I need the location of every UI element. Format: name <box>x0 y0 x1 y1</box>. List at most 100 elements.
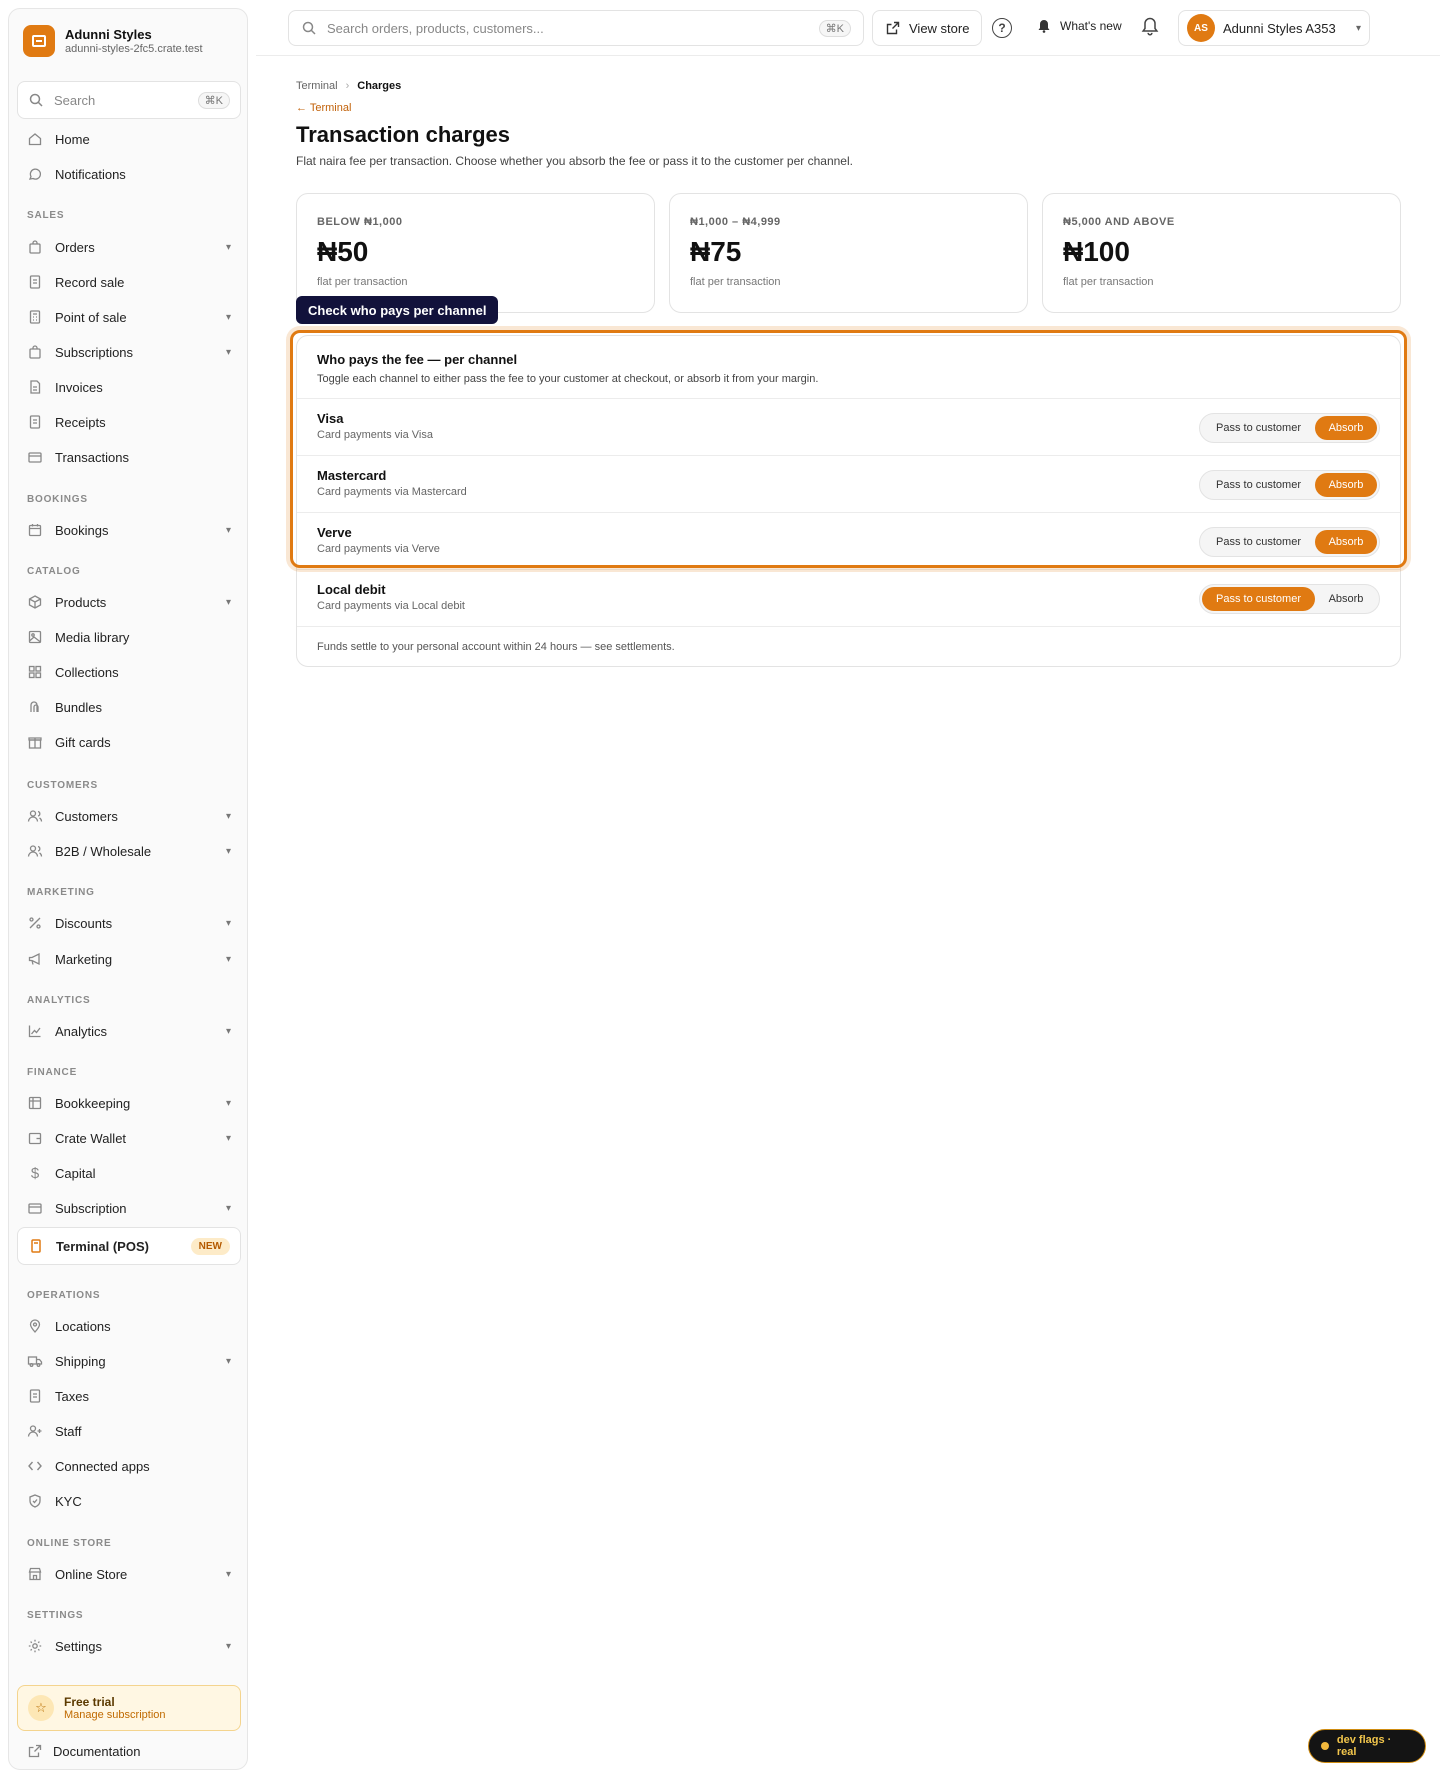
sidebar-item-label: Media library <box>55 629 130 645</box>
sidebar-item-bundles[interactable]: Bundles <box>17 691 241 723</box>
section-label-marketing: MARKETING <box>27 887 95 898</box>
receipt-icon <box>27 1388 43 1404</box>
shortcut-hint: ⌘K <box>197 91 230 109</box>
sidebar-item-label: Subscription <box>55 1200 127 1216</box>
receipt-icon <box>27 274 43 290</box>
sidebar-item-notifications[interactable]: Notifications <box>17 158 241 190</box>
free-trial-card[interactable]: ☆ Free trial Manage subscription <box>17 1685 241 1731</box>
chevron-down-icon: ▾ <box>225 845 231 857</box>
sidebar-item-bookings[interactable]: Bookings ▾ <box>17 514 241 546</box>
sidebar-item-kyc[interactable]: KYC <box>17 1485 241 1517</box>
chevron-down-icon: ▾ <box>225 1202 231 1214</box>
sidebar: Adunni Styles adunni-styles-2fc5.crate.t… <box>8 8 248 1770</box>
home-icon <box>27 131 43 147</box>
global-search-input[interactable]: Search orders, products, customers... ⌘K <box>288 10 864 46</box>
sidebar-item-products[interactable]: Products ▾ <box>17 586 241 618</box>
manage-subscription-link[interactable]: Manage subscription <box>64 1709 166 1721</box>
sidebar-item-record-sale[interactable]: Record sale <box>17 266 241 298</box>
channel-row-local-debit: Local debit Card payments via Local debi… <box>297 569 1400 626</box>
sidebar-item-receipts[interactable]: Receipts <box>17 406 241 438</box>
sidebar-item-b2b-wholesale[interactable]: B2B / Wholesale ▾ <box>17 835 241 867</box>
dev-flags-pill[interactable]: dev flags · real <box>1308 1729 1426 1763</box>
pass-to-customer-option[interactable]: Pass to customer <box>1202 416 1315 440</box>
tier-amount: ₦75 <box>690 236 742 267</box>
sidebar-item-subscription[interactable]: Subscription ▾ <box>17 1192 241 1224</box>
pass-to-customer-option[interactable]: Pass to customer <box>1202 473 1315 497</box>
pass-to-customer-option[interactable]: Pass to customer <box>1202 587 1315 611</box>
store-logo-icon <box>23 25 55 57</box>
sidebar-item-capital[interactable]: $ Capital <box>17 1157 241 1189</box>
global-search-placeholder: Search orders, products, customers... <box>327 20 544 36</box>
sidebar-item-taxes[interactable]: Taxes <box>17 1380 241 1412</box>
sidebar-item-locations[interactable]: Locations <box>17 1310 241 1342</box>
breadcrumb-parent[interactable]: Terminal <box>296 80 338 92</box>
sidebar-item-label: B2B / Wholesale <box>55 843 152 859</box>
tier-amount: ₦50 <box>317 236 369 267</box>
chevron-down-icon: ▾ <box>225 346 231 358</box>
user-menu[interactable]: AS Adunni Styles A353 ▾ <box>1178 10 1370 46</box>
whats-new-button[interactable]: What's new <box>1036 18 1122 34</box>
sidebar-item-marketing[interactable]: Marketing ▾ <box>17 943 241 975</box>
sidebar-item-orders[interactable]: Orders ▾ <box>17 231 241 263</box>
sidebar-item-label: Receipts <box>55 414 106 430</box>
sidebar-item-home[interactable]: Home <box>17 123 241 155</box>
absorb-option[interactable]: Absorb <box>1315 530 1377 554</box>
section-label-analytics: ANALYTICS <box>27 995 91 1006</box>
brand[interactable]: Adunni Styles adunni-styles-2fc5.crate.t… <box>23 25 203 57</box>
section-label-finance: FINANCE <box>27 1067 78 1078</box>
sidebar-item-crate-wallet[interactable]: Crate Wallet ▾ <box>17 1122 241 1154</box>
sidebar-item-label: Online Store <box>55 1566 128 1582</box>
sidebar-item-analytics[interactable]: Analytics ▾ <box>17 1015 241 1047</box>
notifications-bell-icon[interactable] <box>1140 16 1160 41</box>
credit-card-icon <box>27 1200 43 1216</box>
sidebar-item-label: Collections <box>55 664 119 680</box>
bell-filled-icon <box>1036 18 1052 34</box>
map-pin-icon <box>27 1318 43 1334</box>
shield-check-icon <box>27 1493 43 1509</box>
sidebar-item-subscriptions[interactable]: Subscriptions ▾ <box>17 336 241 368</box>
sidebar-item-gift-cards[interactable]: Gift cards <box>17 726 241 758</box>
sidebar-item-settings[interactable]: Settings ▾ <box>17 1630 241 1662</box>
tier-note: flat per transaction <box>317 276 408 288</box>
help-icon[interactable]: ? <box>992 18 1012 38</box>
sidebar-item-discounts[interactable]: Discounts ▾ <box>17 907 241 939</box>
sidebar-item-label: Marketing <box>55 951 113 967</box>
view-store-button[interactable]: View store <box>872 10 983 46</box>
absorb-option[interactable]: Absorb <box>1315 587 1377 611</box>
sidebar-item-shipping[interactable]: Shipping ▾ <box>17 1345 241 1377</box>
bundle-icon <box>27 699 43 715</box>
documentation-label: Documentation <box>53 1743 141 1759</box>
absorb-option[interactable]: Absorb <box>1315 416 1377 440</box>
sidebar-item-label: Customers <box>55 808 118 824</box>
sidebar-item-label: Discounts <box>55 915 113 931</box>
sidebar-item-transactions[interactable]: Transactions <box>17 441 241 473</box>
back-link[interactable]: ← Terminal <box>296 102 351 114</box>
panel-heading: Who pays the fee — per channel <box>317 352 518 367</box>
sidebar-item-staff[interactable]: Staff <box>17 1415 241 1447</box>
ledger-icon <box>27 1095 43 1111</box>
sidebar-item-collections[interactable]: Collections <box>17 656 241 688</box>
documentation-link[interactable]: Documentation <box>27 1743 140 1759</box>
sidebar-item-label: Products <box>55 594 107 610</box>
sidebar-item-connected-apps[interactable]: Connected apps <box>17 1450 241 1482</box>
absorb-option[interactable]: Absorb <box>1315 473 1377 497</box>
sidebar-item-label: Invoices <box>55 379 103 395</box>
sidebar-item-media-library[interactable]: Media library <box>17 621 241 653</box>
breadcrumb: Terminal › Charges <box>296 80 401 92</box>
sidebar-item-invoices[interactable]: Invoices <box>17 371 241 403</box>
pass-to-customer-option[interactable]: Pass to customer <box>1202 530 1315 554</box>
credit-card-icon <box>27 449 43 465</box>
sidebar-item-label: Home <box>55 131 90 147</box>
sidebar-item-online-store[interactable]: Online Store ▾ <box>17 1558 241 1590</box>
top-bar: Search orders, products, customers... ⌘K… <box>256 0 1440 56</box>
fee-toggle: Pass to customer Absorb <box>1199 527 1380 557</box>
trial-title: Free trial <box>64 1695 115 1709</box>
calculator-icon <box>27 309 43 325</box>
sidebar-item-label: Subscriptions <box>55 344 134 360</box>
sidebar-item-customers[interactable]: Customers ▾ <box>17 800 241 832</box>
sidebar-search[interactable]: Search ⌘K <box>17 81 241 119</box>
section-label-sales: SALES <box>27 210 65 221</box>
sidebar-item-point-of-sale[interactable]: Point of sale ▾ <box>17 301 241 333</box>
sidebar-item-terminal-pos[interactable]: Terminal (POS) NEW <box>17 1227 241 1265</box>
sidebar-item-bookkeeping[interactable]: Bookkeeping ▾ <box>17 1087 241 1119</box>
